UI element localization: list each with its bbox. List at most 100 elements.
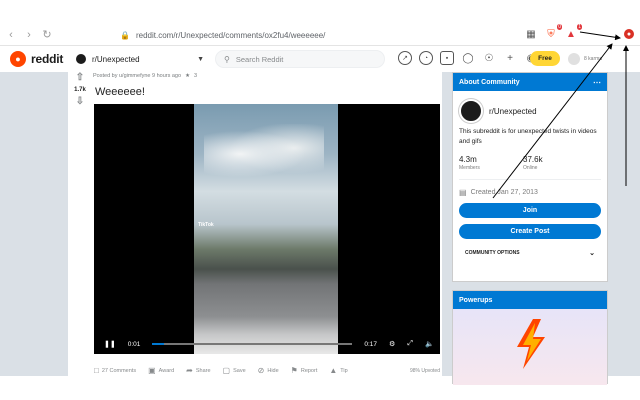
- video-icon[interactable]: ▪: [440, 51, 454, 65]
- free-label: Free: [538, 55, 552, 62]
- video-current-time: 0:01: [127, 340, 141, 348]
- fullscreen-icon[interactable]: ⤢: [407, 340, 413, 348]
- post-meta: Posted by u/gimmefyne 9 hours ago ★ 3: [93, 73, 197, 79]
- sky-clouds: [204, 124, 324, 184]
- hide-icon: ⊘: [257, 366, 265, 375]
- back-arrow-icon[interactable]: ‹: [4, 28, 18, 42]
- cake-icon: ▤: [459, 188, 467, 197]
- award-count: 3: [194, 73, 198, 79]
- settings-gear-icon[interactable]: ⚙: [389, 340, 395, 348]
- vote-column: ⇧ 1.7k ⇩: [68, 72, 92, 108]
- about-community-card: About Community ⋯ r/Unexpected This subr…: [452, 72, 608, 282]
- online-stat: 37.6k Online: [523, 155, 587, 171]
- video-frame: TikTok: [194, 104, 338, 354]
- report-button[interactable]: ⚑ Report: [291, 366, 318, 375]
- about-community-header: About Community ⋯: [453, 73, 607, 91]
- brave-badge: 0: [557, 24, 562, 30]
- upvote-arrow-icon[interactable]: ⇧: [76, 72, 84, 84]
- powerups-header: Powerups: [453, 291, 607, 309]
- notification-bell-icon[interactable]: ☉: [482, 51, 496, 65]
- user-karma: 8 karma: [584, 56, 603, 62]
- bat-rewards-icon[interactable]: ▲ 1: [564, 24, 582, 41]
- free-premium-button[interactable]: Free: [530, 51, 560, 66]
- create-post-button[interactable]: Create Post: [459, 224, 601, 239]
- created-text: Created Jan 27, 2013: [470, 189, 538, 196]
- save-label: Save: [233, 367, 246, 374]
- bat-badge: 1: [577, 24, 582, 30]
- screen: ‹ › ↻ 🔒 reddit.com/r/Unexpected/comments…: [0, 0, 640, 400]
- hide-button[interactable]: ⊘ Hide: [258, 366, 279, 375]
- reload-icon[interactable]: ↻: [40, 28, 54, 42]
- search-placeholder: Search Reddit: [235, 54, 284, 64]
- bookmark-icon: ▢: [222, 366, 231, 375]
- comments-label: 27 Comments: [101, 367, 137, 374]
- comments-button[interactable]: □ 27 Comments: [94, 366, 136, 375]
- lightning-bolt-icon: [517, 319, 545, 369]
- search-input[interactable]: ⚲ Search Reddit: [215, 50, 385, 68]
- browser-extensions: ▦ ⛨ 0 ▲ 1 ●: [524, 24, 634, 41]
- share-icon: ➦: [186, 366, 193, 375]
- powerups-card: Powerups: [452, 290, 608, 385]
- reddit-logo-icon[interactable]: ●: [10, 51, 26, 67]
- members-label: Members: [459, 165, 480, 171]
- hide-label: Hide: [267, 367, 279, 374]
- powerups-banner[interactable]: [453, 309, 607, 385]
- spacer2: [604, 27, 618, 41]
- lock-icon: 🔒: [120, 30, 130, 40]
- community-name[interactable]: r/Unexpected: [489, 107, 537, 116]
- chevron-down-icon: ⌄: [589, 250, 595, 257]
- address-bar[interactable]: 🔒 reddit.com/r/Unexpected/comments/ox2fu…: [120, 27, 520, 43]
- post-title[interactable]: Weeeeee!: [95, 86, 145, 98]
- more-options-icon[interactable]: ⋯: [593, 78, 601, 87]
- community-icon: [76, 54, 86, 64]
- video-player[interactable]: TikTok ❚❚ 0:01 0:17 ⚙ ⤢ 🔈: [94, 104, 440, 354]
- create-post-plus-icon[interactable]: +: [503, 51, 517, 65]
- pause-icon[interactable]: ❚❚: [104, 340, 116, 348]
- online-count: 37.6k: [523, 155, 543, 164]
- tiktok-watermark: TikTok: [198, 222, 214, 228]
- community-options-toggle[interactable]: COMMUNITY OPTIONS ⌄: [465, 249, 601, 257]
- video-controls: ❚❚ 0:01 0:17 ⚙ ⤢ 🔈: [94, 334, 440, 354]
- reddit-header: ● reddit r/Unexpected ▼ ⚲ Search Reddit …: [0, 46, 640, 72]
- popular-icon[interactable]: ↗: [398, 51, 412, 65]
- qr-code-icon[interactable]: ▦: [524, 27, 538, 41]
- mute-icon[interactable]: 🔈: [425, 340, 434, 348]
- video-duration: 0:17: [364, 340, 378, 348]
- community-description: This subreddit is for unexpected twists …: [459, 128, 597, 145]
- user-menu[interactable]: 8 karma: [568, 51, 628, 67]
- extension-icon[interactable]: ●: [624, 29, 634, 39]
- community-identity: r/Unexpected: [459, 99, 601, 123]
- community-options-label: COMMUNITY OPTIONS: [465, 250, 520, 256]
- video-progress-bar[interactable]: [152, 343, 353, 345]
- coins-icon[interactable]: ◔: [419, 51, 433, 65]
- chat-icon[interactable]: ◯: [461, 51, 475, 65]
- url-text: reddit.com/r/Unexpected/comments/ox2fu4/…: [135, 30, 326, 40]
- share-button[interactable]: ➦ Share: [186, 366, 210, 375]
- share-label: Share: [195, 367, 211, 374]
- post-card: ⇧ 1.7k ⇩ Posted by u/gimmefyne 9 hours a…: [68, 72, 442, 384]
- forward-arrow-icon[interactable]: ›: [22, 28, 36, 42]
- tip-icon: ▲: [329, 366, 338, 375]
- video-progress-fill: [152, 343, 165, 345]
- brave-shield-icon[interactable]: ⛨ 0: [544, 24, 562, 41]
- post-byline[interactable]: Posted by u/gimmefyne 9 hours ago: [93, 73, 181, 79]
- created-date: ▤ Created Jan 27, 2013: [459, 188, 601, 197]
- reddit-wordmark[interactable]: reddit: [31, 52, 63, 66]
- flag-icon: ⚑: [290, 366, 298, 375]
- save-button[interactable]: ▢ Save: [223, 366, 246, 375]
- community-avatar[interactable]: [459, 99, 483, 123]
- tip-label: Tip: [340, 367, 348, 374]
- join-button[interactable]: Join: [459, 203, 601, 218]
- vote-score: 1.7k: [74, 87, 86, 93]
- browser-toolbar: ‹ › ↻ 🔒 reddit.com/r/Unexpected/comments…: [0, 24, 640, 46]
- online-label: Online: [523, 165, 538, 171]
- award-label: Award: [158, 367, 175, 374]
- award-button[interactable]: ▣ Award: [148, 366, 174, 375]
- downvote-arrow-icon[interactable]: ⇩: [76, 96, 84, 108]
- search-icon: ⚲: [224, 54, 230, 64]
- header-icons: ↗ ◔ ▪ ◯ ☉ + ◉: [398, 51, 538, 65]
- community-selector[interactable]: r/Unexpected ▼: [76, 50, 204, 68]
- members-stat: 4.3m Members: [459, 155, 523, 171]
- tip-button[interactable]: ▲ Tip: [329, 366, 347, 375]
